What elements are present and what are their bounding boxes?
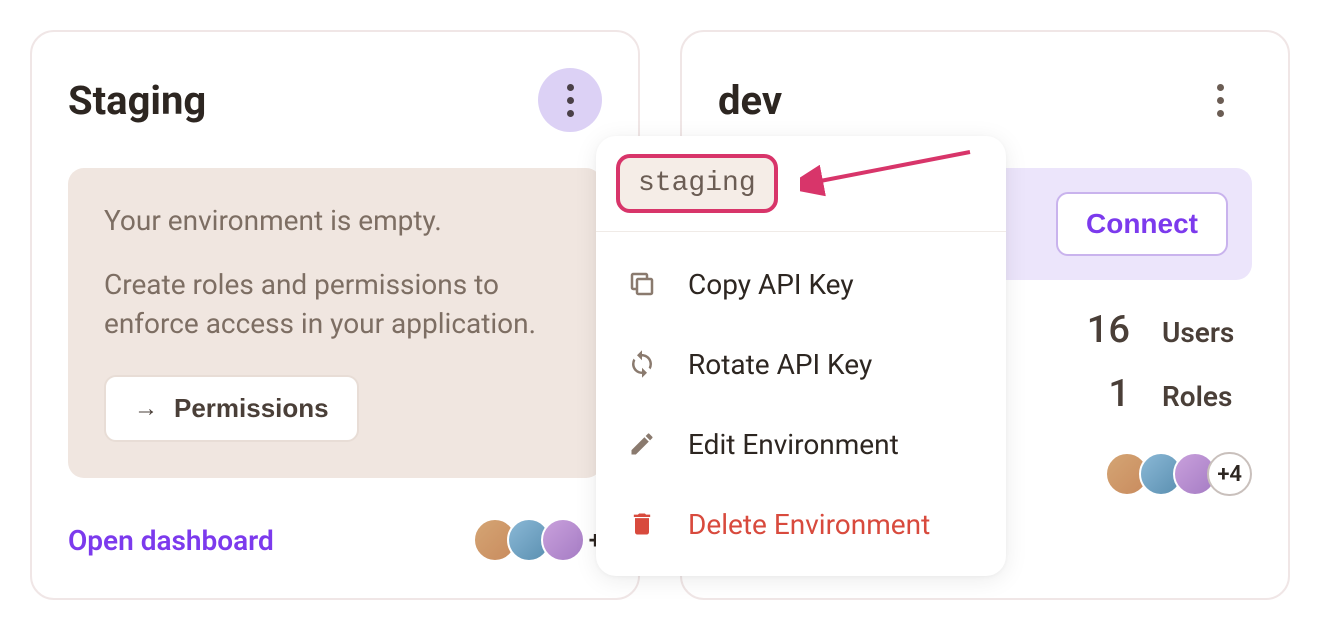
avatar: [541, 518, 585, 562]
permissions-button[interactable]: → Permissions: [104, 375, 359, 442]
pencil-icon: [624, 426, 660, 462]
roles-label: Roles: [1162, 380, 1252, 413]
dev-card-header: dev: [718, 68, 1252, 132]
environment-tag: staging: [616, 154, 778, 213]
delete-environment-item[interactable]: Delete Environment: [596, 484, 1006, 564]
open-dashboard-link[interactable]: Open dashboard: [68, 524, 274, 557]
empty-state-description: Create roles and permissions to enforce …: [104, 265, 566, 343]
staging-card-header: Staging: [68, 68, 602, 132]
staging-title: Staging: [68, 77, 206, 124]
dropdown-item-label: Edit Environment: [688, 428, 899, 461]
dev-avatars: +4: [1105, 452, 1252, 496]
staging-card: Staging Your environment is empty. Creat…: [30, 30, 640, 600]
dropdown-header: staging: [596, 136, 1006, 232]
dropdown-items: Copy API Key Rotate API Key Edit Environ…: [596, 232, 1006, 576]
edit-environment-item[interactable]: Edit Environment: [596, 404, 1006, 484]
dev-title: dev: [718, 77, 782, 124]
more-vertical-icon: [1217, 84, 1224, 117]
permissions-button-label: Permissions: [174, 393, 329, 424]
environment-dropdown-menu: staging Copy API Key Rotate API Key: [596, 136, 1006, 576]
copy-icon: [624, 266, 660, 302]
users-value: 16: [1080, 308, 1130, 352]
trash-icon: [624, 506, 660, 542]
dropdown-item-label: Delete Environment: [688, 508, 930, 541]
dev-more-button[interactable]: [1188, 68, 1252, 132]
empty-state-title: Your environment is empty.: [104, 204, 566, 237]
avatar-overflow-badge: +4: [1207, 452, 1252, 496]
copy-api-key-item[interactable]: Copy API Key: [596, 244, 1006, 324]
staging-more-button[interactable]: [538, 68, 602, 132]
empty-state-box: Your environment is empty. Create roles …: [68, 168, 602, 478]
arrow-right-icon: →: [134, 395, 158, 423]
roles-value: 1: [1080, 372, 1130, 416]
connect-button-label: Connect: [1086, 208, 1198, 239]
connect-button[interactable]: Connect: [1056, 192, 1228, 256]
more-vertical-icon: [567, 84, 574, 117]
rotate-icon: [624, 346, 660, 382]
users-label: Users: [1162, 316, 1252, 349]
staging-card-footer: Open dashboard +: [68, 518, 602, 562]
dropdown-item-label: Rotate API Key: [688, 348, 872, 381]
rotate-api-key-item[interactable]: Rotate API Key: [596, 324, 1006, 404]
dropdown-item-label: Copy API Key: [688, 268, 854, 301]
staging-avatars: +: [473, 518, 602, 562]
